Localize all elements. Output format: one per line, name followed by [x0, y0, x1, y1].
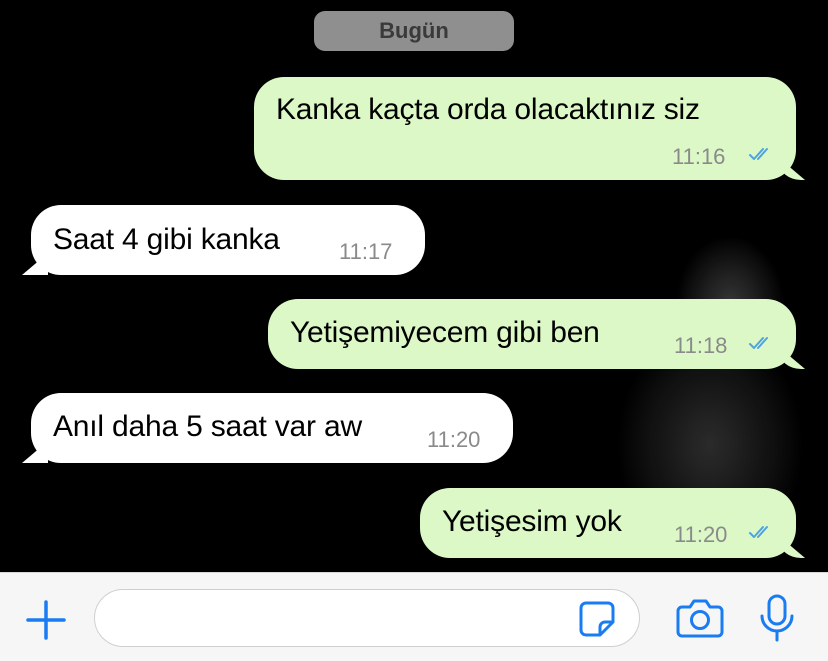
camera-icon[interactable]: [676, 598, 724, 638]
message-bubble-incoming[interactable]: Anıl daha 5 saat var aw 11:20: [31, 393, 513, 463]
message-text: Yetişemiyecem gibi ben: [290, 316, 600, 349]
message-text: Yetişesim yok: [442, 505, 622, 538]
sticker-icon[interactable]: [578, 600, 616, 638]
message-bubble-outgoing[interactable]: Kanka kaçta orda olacaktınız siz 11:16: [254, 77, 796, 180]
message-bubble-incoming[interactable]: Saat 4 gibi kanka 11:17: [31, 205, 425, 275]
read-ticks-icon: [748, 335, 776, 351]
message-text: Saat 4 gibi kanka: [53, 223, 280, 256]
plus-icon[interactable]: [26, 600, 66, 640]
date-separator: Bugün: [314, 11, 514, 51]
chat-area[interactable]: Bugün Kanka kaçta orda olacaktınız siz 1…: [0, 0, 828, 572]
message-time: 11:18: [674, 333, 728, 358]
message-bubble-outgoing[interactable]: Yetişemiyecem gibi ben 11:18: [268, 299, 796, 369]
read-ticks-icon: [748, 146, 776, 162]
message-time: 11:17: [339, 239, 393, 264]
message-text: Kanka kaçta orda olacaktınız siz: [276, 93, 700, 126]
message-time: 11:16: [672, 144, 726, 169]
message-bubble-outgoing[interactable]: Yetişesim yok 11:20: [420, 488, 796, 558]
message-time: 11:20: [674, 522, 728, 547]
microphone-icon[interactable]: [758, 594, 796, 642]
read-ticks-icon: [748, 524, 776, 540]
message-time: 11:20: [427, 427, 481, 452]
message-text: Anıl daha 5 saat var aw: [53, 410, 362, 443]
message-input[interactable]: [94, 589, 640, 647]
